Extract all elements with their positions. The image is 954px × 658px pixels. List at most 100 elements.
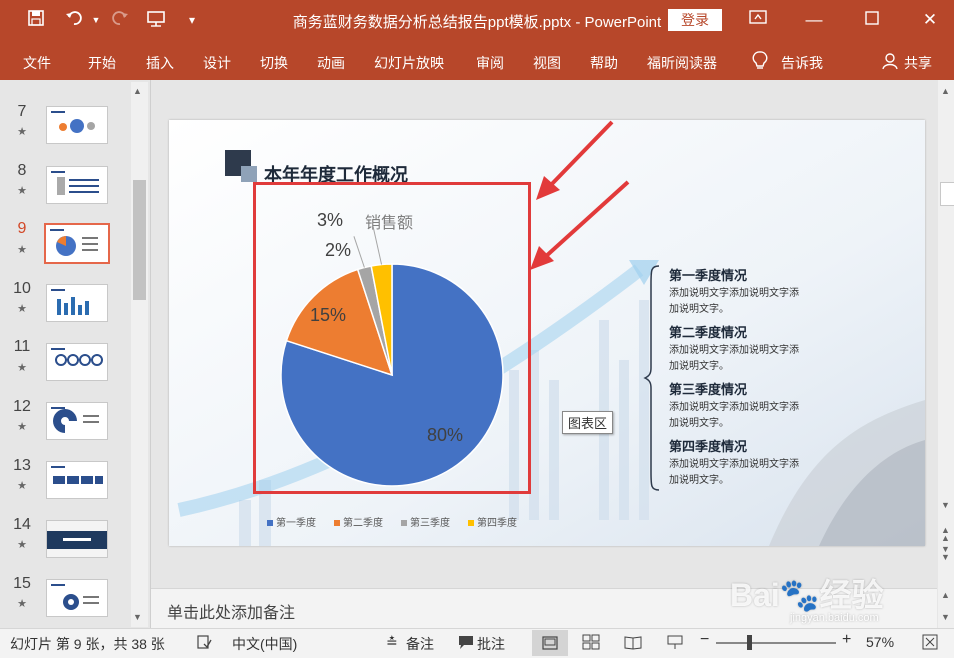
star-icon: ★ <box>17 244 27 256</box>
close-icon[interactable]: ✕ <box>912 8 948 32</box>
legend-label: 第四季度 <box>477 518 517 529</box>
notes-toggle-icon[interactable]: ≛ <box>386 634 398 651</box>
tab-insert[interactable]: 插入 <box>146 53 174 73</box>
quarter-title: 第四季度情况 <box>669 439 748 454</box>
share-button[interactable]: 共享 <box>904 53 932 73</box>
slide-thumbnail-8[interactable] <box>46 166 108 204</box>
customize-quick-access-icon[interactable]: ▾ <box>180 13 204 27</box>
share-user-icon[interactable] <box>882 52 900 75</box>
slide-thumbnail-7[interactable] <box>46 106 108 144</box>
quarter-block-2[interactable]: 第二季度情况 添加说明文字添加说明文字添 加说明文字。 <box>669 322 829 375</box>
scroll-down-icon[interactable]: ▼ <box>941 500 950 510</box>
comments-button[interactable]: 批注 <box>477 634 505 654</box>
highlight-box <box>253 182 531 494</box>
presentation-icon[interactable] <box>144 9 168 32</box>
language-status[interactable]: 中文(中国) <box>232 634 297 654</box>
tab-animations[interactable]: 动画 <box>317 53 345 73</box>
star-icon: ★ <box>17 362 27 374</box>
zoom-level[interactable]: 57% <box>866 634 894 650</box>
slide-thumbnail-10[interactable] <box>46 284 108 322</box>
tab-review[interactable]: 审阅 <box>476 53 504 73</box>
baidu-logo-watermark: Bai🐾经验 <box>730 577 884 613</box>
scroll-down-icon[interactable]: ▼ <box>133 612 142 622</box>
tab-view[interactable]: 视图 <box>533 53 561 73</box>
legend-item-q3[interactable]: 第三季度 <box>401 514 450 529</box>
scroll-up-icon[interactable]: ▲ <box>133 86 142 96</box>
slideshow-view-icon[interactable] <box>666 634 684 653</box>
slide-thumbnail-14[interactable] <box>46 520 108 558</box>
thumbnail-scrollbar-thumb[interactable] <box>133 180 146 300</box>
legend-label: 第一季度 <box>276 518 316 529</box>
star-icon: ★ <box>17 303 27 315</box>
tab-foxit-reader[interactable]: 福昕阅读器 <box>647 53 717 73</box>
tab-slideshow[interactable]: 幻灯片放映 <box>374 53 444 73</box>
undo-icon[interactable] <box>62 9 86 32</box>
fit-to-window-icon[interactable] <box>922 634 938 653</box>
quarter-title: 第一季度情况 <box>669 268 748 283</box>
quarter-block-1[interactable]: 第一季度情况 添加说明文字添加说明文字添 加说明文字。 <box>669 265 829 318</box>
title-bar: ▼ ▾ 商务蓝财务数据分析总结报告ppt模板.pptx - PowerPoint… <box>0 0 954 42</box>
slide-thumbnail-15[interactable] <box>46 579 108 617</box>
tell-me-search[interactable]: 告诉我 <box>781 53 823 73</box>
notes-placeholder[interactable]: 单击此处添加备注 <box>167 599 295 623</box>
zoom-in-icon[interactable]: + <box>842 631 851 649</box>
slide-number: 12 <box>13 398 31 415</box>
tab-help[interactable]: 帮助 <box>590 53 618 73</box>
legend-label: 第三季度 <box>410 518 450 529</box>
notes-scroll-down-icon[interactable]: ▼ <box>941 612 950 622</box>
quarter-block-4[interactable]: 第四季度情况 添加说明文字添加说明文字添 加说明文字。 <box>669 436 829 489</box>
editor-scrollbar-thumb[interactable] <box>940 182 954 206</box>
slide-thumbnail-13[interactable] <box>46 461 108 499</box>
slide-number: 10 <box>13 280 31 297</box>
slide-thumbnail-11[interactable] <box>46 343 108 381</box>
legend-item-q4[interactable]: 第四季度 <box>468 514 517 529</box>
slide-number: 13 <box>13 457 31 474</box>
reading-view-icon[interactable] <box>624 634 642 653</box>
login-button[interactable]: 登录 <box>668 9 722 31</box>
ribbon-display-options-icon[interactable] <box>740 8 776 32</box>
quarter-text: 加说明文字。 <box>669 475 729 486</box>
slide-sorter-view-icon[interactable] <box>582 634 600 653</box>
legend-item-q1[interactable]: 第一季度 <box>267 514 316 529</box>
quarter-title: 第二季度情况 <box>669 325 748 340</box>
slide-thumbnail-12[interactable] <box>46 402 108 440</box>
slide-number: 14 <box>13 516 31 533</box>
previous-slide-icon[interactable]: ▲ ▲ <box>941 526 950 543</box>
legend-item-q2[interactable]: 第二季度 <box>334 514 383 529</box>
slide-number: 7 <box>17 103 27 120</box>
zoom-slider[interactable] <box>716 642 836 644</box>
quarter-block-3[interactable]: 第三季度情况 添加说明文字添加说明文字添 加说明文字。 <box>669 379 829 432</box>
normal-view-button[interactable] <box>532 630 568 656</box>
star-icon: ★ <box>17 185 27 197</box>
slide-thumbnail-9[interactable] <box>44 223 110 264</box>
tab-design[interactable]: 设计 <box>203 53 231 73</box>
quarter-text: 添加说明文字添加说明文字添 <box>669 402 799 413</box>
legend-label: 第二季度 <box>343 518 383 529</box>
tab-transitions[interactable]: 切换 <box>260 53 288 73</box>
undo-dropdown-icon[interactable]: ▼ <box>84 15 108 25</box>
arrow-icon <box>536 120 614 200</box>
notes-toggle-button[interactable]: 备注 <box>406 634 434 654</box>
thumbnail-scrollbar[interactable] <box>131 82 148 627</box>
comments-icon[interactable] <box>458 634 474 653</box>
tab-home[interactable]: 开始 <box>88 53 116 73</box>
minimize-icon[interactable]: — <box>796 8 832 32</box>
quarter-text: 添加说明文字添加说明文字添 <box>669 459 799 470</box>
legend-swatch <box>401 520 407 527</box>
spell-check-icon[interactable] <box>196 634 212 653</box>
legend-swatch <box>468 520 474 527</box>
slide-number: 11 <box>13 338 31 355</box>
quarter-title: 第三季度情况 <box>669 382 748 397</box>
zoom-out-icon[interactable]: − <box>700 631 709 649</box>
zoom-slider-thumb[interactable] <box>747 635 752 650</box>
maximize-icon[interactable] <box>854 8 890 32</box>
redo-icon[interactable] <box>108 9 132 32</box>
scroll-up-icon[interactable]: ▲ <box>941 86 950 96</box>
chart-area-tooltip: 图表区 <box>562 411 614 434</box>
notes-scroll-up-icon[interactable]: ▲ <box>941 590 950 600</box>
save-icon[interactable] <box>24 9 48 32</box>
tab-file[interactable]: 文件 <box>23 53 51 73</box>
next-slide-icon[interactable]: ▼ ▼ <box>941 545 950 562</box>
annotation-arrows <box>530 120 630 270</box>
lightbulb-icon[interactable] <box>752 51 768 76</box>
